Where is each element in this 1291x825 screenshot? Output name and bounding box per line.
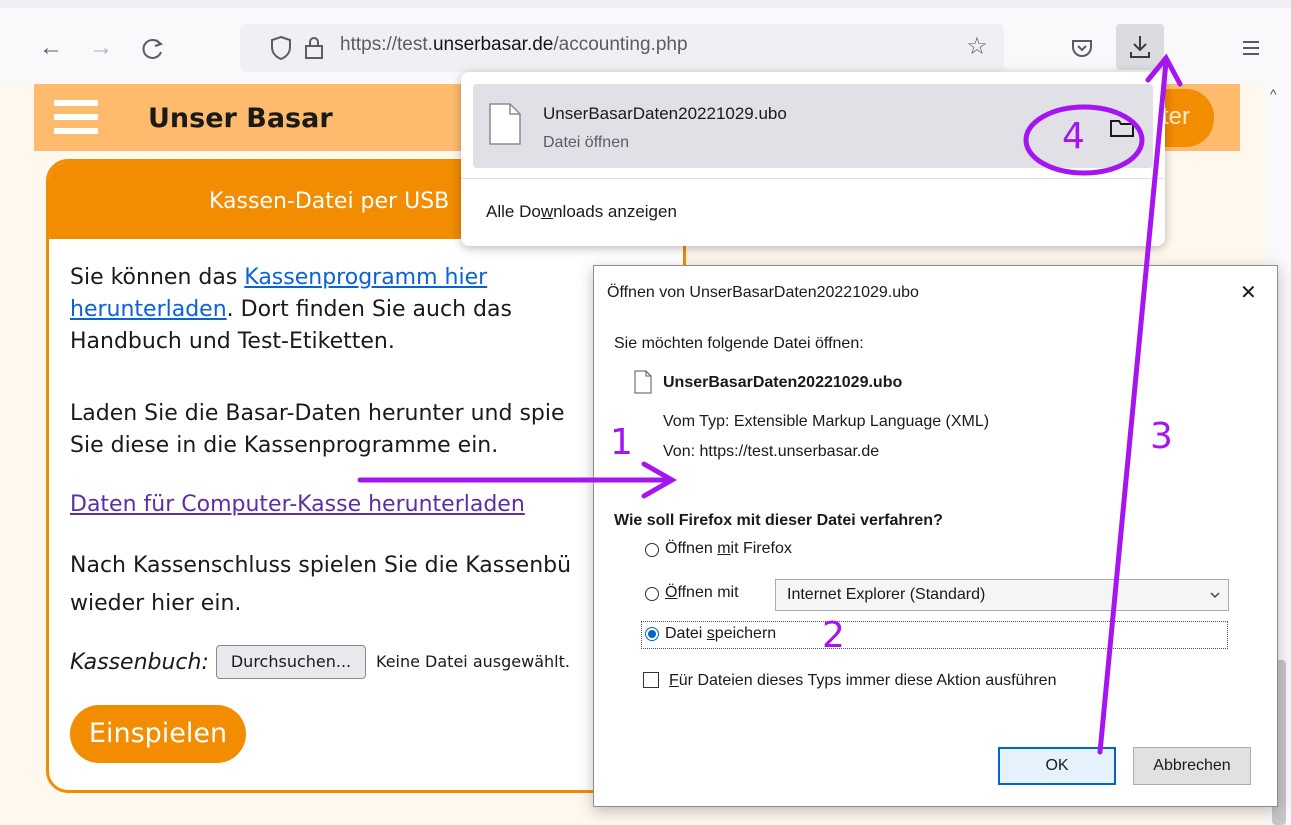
annotation-2: 2 — [822, 615, 845, 656]
annotation-1: 1 — [610, 422, 633, 463]
annotation-3: 3 — [1150, 416, 1173, 457]
annotation-overlay — [357, 53, 1183, 755]
arrow-3 — [1097, 59, 1169, 755]
annotation-4: 4 — [1062, 116, 1085, 157]
